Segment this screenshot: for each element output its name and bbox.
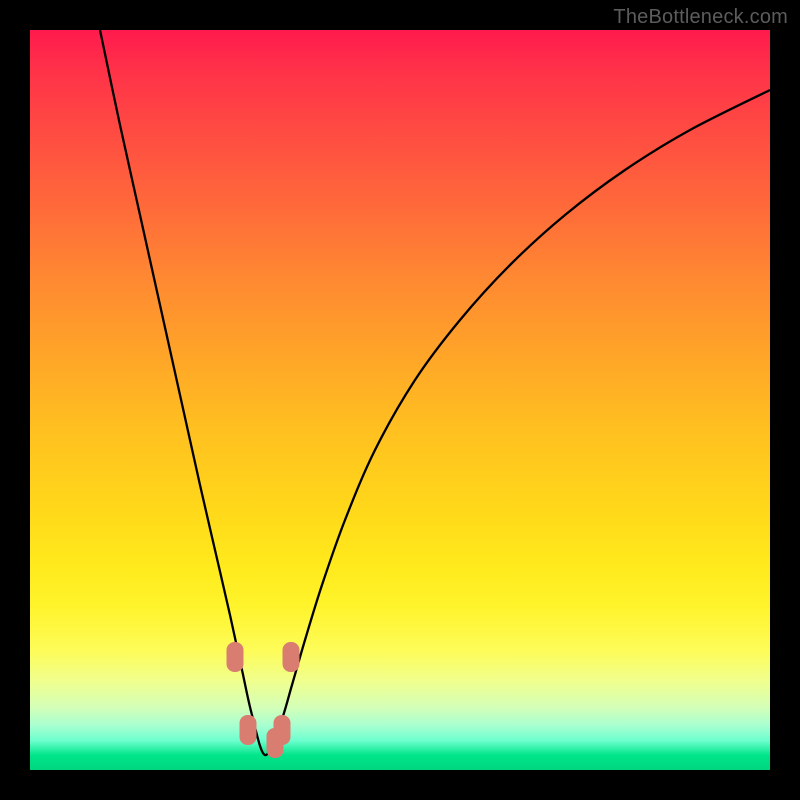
bottleneck-curve: [100, 30, 770, 755]
curve-marker: [283, 642, 300, 672]
chart-frame: [30, 30, 770, 770]
curve-marker: [274, 715, 291, 745]
watermark-text: TheBottleneck.com: [613, 6, 788, 29]
curve-marker: [227, 642, 244, 672]
curve-marker: [240, 715, 257, 745]
bottleneck-plot: [30, 30, 770, 770]
